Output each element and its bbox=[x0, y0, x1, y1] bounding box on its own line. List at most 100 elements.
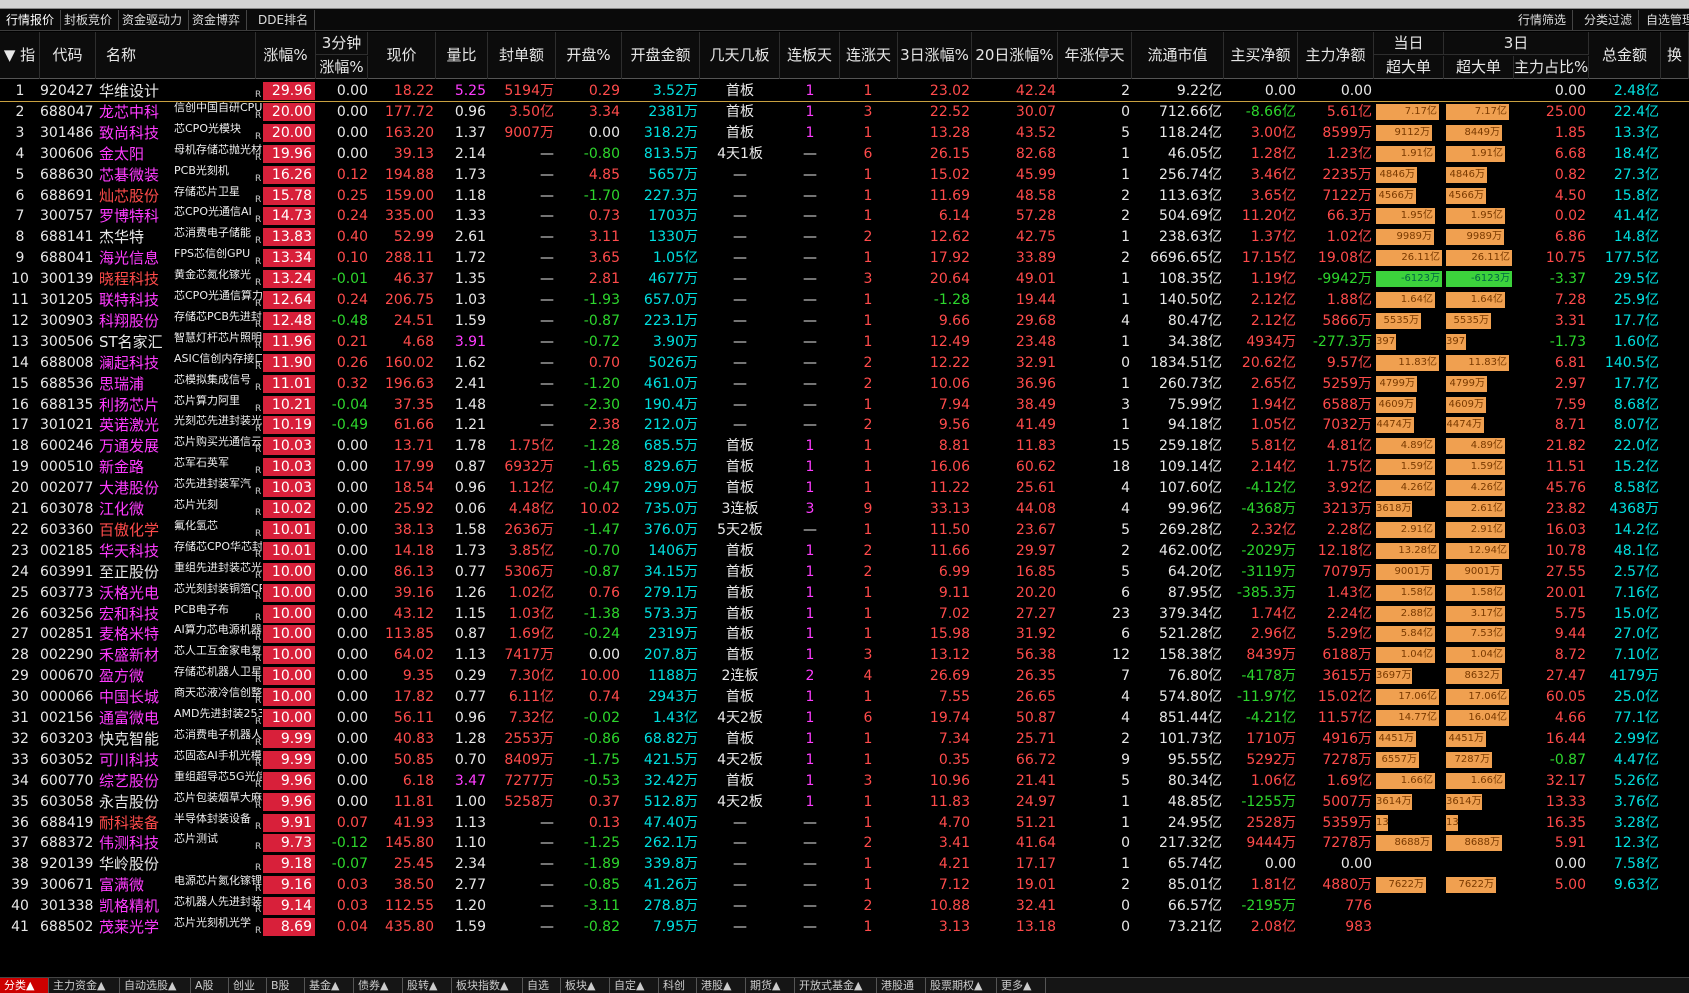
stock-name[interactable]: 致尚科技 bbox=[99, 122, 179, 144]
header-today-top[interactable]: 当日 bbox=[1374, 32, 1444, 55]
table-row[interactable]: 27 002851 0.00 113.85 0.87 1.69亿 -0.24 2319万 首板 1… bbox=[0, 623, 1689, 645]
table-row[interactable]: 6 688691 0.25 159.00 1.18 — -1.70 227.3万 — — 1 11.6… bbox=[0, 185, 1689, 207]
header-rise-days[interactable]: 连涨天 bbox=[840, 32, 898, 79]
table-row[interactable]: 7 300757 0.24 335.00 1.33 — 0.73 1703万 — — 1 6.14 57… bbox=[0, 205, 1689, 227]
table-row[interactable]: 20 002077 0.00 18.54 0.96 1.12亿 -0.47 299.0万 首板 1… bbox=[0, 477, 1689, 499]
stock-name[interactable]: 思瑞浦 bbox=[99, 373, 179, 395]
stock-name[interactable]: 百傲化学 bbox=[99, 519, 179, 541]
table-row[interactable]: 10 300139 -0.01 46.37 1.35 — 2.81 4677万 — — 3 20.64… bbox=[0, 268, 1689, 290]
top-tab[interactable]: 封板竞价 bbox=[58, 10, 120, 30]
table-row[interactable]: 22 603360 0.00 38.13 1.58 2636万 -1.47 376.0万 5天2… bbox=[0, 519, 1689, 541]
bottom-tab[interactable]: A股 bbox=[191, 978, 229, 993]
header-today-bottom[interactable]: 超大单 bbox=[1374, 56, 1444, 79]
bottom-tab[interactable]: 自动选股▲ bbox=[120, 978, 191, 993]
bottom-tab[interactable]: 板块指数▲ bbox=[452, 978, 523, 993]
bottom-tab[interactable]: 开放式基金▲ bbox=[795, 978, 877, 993]
stock-name[interactable]: 至正股份 bbox=[99, 561, 179, 583]
table-row[interactable]: 33 603052 0.00 50.85 0.70 8409万 -1.75 421.5万 4天2… bbox=[0, 749, 1689, 771]
header-main-ratio[interactable]: 主力占比% bbox=[1514, 56, 1589, 79]
table-row[interactable]: 19 000510 0.00 17.99 0.87 6932万 -1.65 829.6万 首板 1… bbox=[0, 456, 1689, 478]
bottom-tab[interactable]: 板块▲ bbox=[561, 978, 610, 993]
stock-name[interactable]: 耐科装备 bbox=[99, 812, 179, 834]
table-row[interactable]: 39 300671 0.03 38.50 2.77 — -0.85 41.26万 — — 1 7.12… bbox=[0, 874, 1689, 896]
stock-name[interactable]: 科翔股份 bbox=[99, 310, 179, 332]
table-row[interactable]: 24 603991 0.00 86.13 0.77 5306万 -0.87 34.15万 首板 1… bbox=[0, 561, 1689, 583]
stock-name[interactable]: 茂莱光学 bbox=[99, 916, 179, 938]
stock-name[interactable]: 海光信息 bbox=[99, 247, 179, 269]
table-row[interactable]: 14 688008 0.26 160.02 1.62 — 0.70 5026万 — — 2 12.22… bbox=[0, 352, 1689, 374]
table-row[interactable]: 34 600770 0.00 6.18 3.47 7277万 -0.53 32.42万 首板 1 3… bbox=[0, 770, 1689, 792]
bottom-tab[interactable]: 股票期权▲ bbox=[926, 978, 997, 993]
table-row[interactable]: 38 920139 -0.07 25.45 2.34 — -1.89 339.8万 — — 1 4.2… bbox=[0, 853, 1689, 875]
bottom-tab[interactable]: 更多▲ bbox=[997, 978, 1046, 993]
table-row[interactable]: 16 688135 -0.04 37.35 1.48 — -2.30 190.4万 — — 1 7.9… bbox=[0, 394, 1689, 416]
table-row[interactable]: 17 301021 -0.49 61.66 1.21 — 2.38 212.0万 — — 2 9.56… bbox=[0, 414, 1689, 436]
bottom-tab[interactable]: 自定▲ bbox=[610, 978, 659, 993]
bottom-tab[interactable]: 港股通 bbox=[877, 978, 926, 993]
header-3min-bottom[interactable]: 涨幅% bbox=[316, 56, 368, 79]
bottom-tab[interactable]: 自选 bbox=[523, 978, 561, 993]
bottom-tab[interactable]: 分类▲ bbox=[0, 978, 49, 993]
table-row[interactable]: 12 300903 -0.48 24.51 1.59 — -0.87 223.1万 — — 1 9.6… bbox=[0, 310, 1689, 332]
stock-name[interactable]: ST名家汇 bbox=[99, 331, 179, 353]
top-tab[interactable]: 资金驱动力 bbox=[116, 10, 190, 30]
header-3day-pct[interactable]: 3日涨幅% bbox=[898, 32, 972, 79]
right-tab[interactable]: 分类过滤 bbox=[1578, 10, 1640, 30]
stock-name[interactable]: 芯碁微装 bbox=[99, 164, 179, 186]
header-board-days[interactable]: 连板天 bbox=[780, 32, 840, 79]
stock-name[interactable]: 英诺激光 bbox=[99, 414, 179, 436]
top-tab[interactable]: 行情报价 bbox=[0, 10, 62, 30]
table-row[interactable]: 18 600246 0.00 13.71 1.78 1.75亿 -1.28 685.5万 首板 1… bbox=[0, 435, 1689, 457]
header-seal[interactable]: 封单额 bbox=[488, 32, 556, 79]
header-3day-top[interactable]: 3日 bbox=[1444, 32, 1589, 55]
bottom-tab[interactable]: 主力资金▲ bbox=[49, 978, 120, 993]
header-pct[interactable]: 涨幅% bbox=[256, 32, 316, 79]
header-3day-bottom[interactable]: 超大单 bbox=[1444, 56, 1514, 79]
stock-name[interactable]: 华岭股份 bbox=[99, 853, 179, 875]
header-price[interactable]: 现价 bbox=[368, 32, 436, 79]
bottom-tab[interactable]: 期货▲ bbox=[746, 978, 795, 993]
table-row[interactable]: 32 603203 0.00 40.83 1.28 2553万 -0.86 68.82万 首板 1… bbox=[0, 728, 1689, 750]
table-row[interactable]: 8 688141 0.40 52.99 2.61 — 3.11 1330万 — — 2 12.62 42… bbox=[0, 226, 1689, 248]
stock-name[interactable]: 大港股份 bbox=[99, 477, 179, 499]
table-row[interactable]: 30 000066 0.00 17.82 0.77 6.11亿 0.74 2943万 首板 1 1 7… bbox=[0, 686, 1689, 708]
bottom-tab[interactable]: 科创 bbox=[659, 978, 697, 993]
bottom-tab[interactable]: 股转▲ bbox=[403, 978, 452, 993]
stock-name[interactable]: 澜起科技 bbox=[99, 352, 179, 374]
header-days-boards[interactable]: 几天几板 bbox=[700, 32, 780, 79]
top-tab[interactable]: 资金博弈 bbox=[186, 10, 248, 30]
header-total-amount[interactable]: 总金额 bbox=[1589, 32, 1661, 79]
stock-name[interactable]: 伟测科技 bbox=[99, 832, 179, 854]
header-volratio[interactable]: 量比 bbox=[436, 32, 488, 79]
table-row[interactable]: 1 920427 0.00 18.22 5.25 5194万 0.29 3.52万 首板 1 1 23… bbox=[0, 80, 1689, 102]
table-row[interactable]: 31 002156 0.00 56.11 0.96 7.32亿 -0.02 1.43亿 4天2板… bbox=[0, 707, 1689, 729]
stock-name[interactable]: 富满微 bbox=[99, 874, 179, 896]
table-row[interactable]: 21 603078 0.00 25.92 0.06 4.48亿 10.02 735.0万 3连板… bbox=[0, 498, 1689, 520]
table-row[interactable]: 9 688041 0.10 288.11 1.72 — 3.65 1.05亿 — — 1 17.92 3… bbox=[0, 247, 1689, 269]
stock-name[interactable]: 沃格光电 bbox=[99, 582, 179, 604]
table-row[interactable]: 37 688372 -0.12 145.80 1.10 — -1.25 262.1万 — — 2 3.… bbox=[0, 832, 1689, 854]
stock-name[interactable]: 综艺股份 bbox=[99, 770, 179, 792]
stock-name[interactable]: 龙芯中科 bbox=[99, 101, 179, 123]
table-row[interactable]: 25 603773 0.00 39.16 1.26 1.02亿 0.76 279.1万 首板 1 1… bbox=[0, 582, 1689, 604]
table-row[interactable]: 23 002185 0.00 14.18 1.73 3.85亿 -0.70 1406万 首板 1 2… bbox=[0, 540, 1689, 562]
table-row[interactable]: 5 688630 0.12 194.88 1.73 — 4.85 5657万 — — 1 15.02 4… bbox=[0, 164, 1689, 186]
header-code[interactable]: 代码 bbox=[40, 32, 96, 79]
table-row[interactable]: 26 603256 0.00 43.12 1.15 1.03亿 -1.38 573.3万 首板 1… bbox=[0, 603, 1689, 625]
header-name[interactable]: 名称 bbox=[96, 32, 256, 79]
bottom-tab[interactable]: 港股▲ bbox=[697, 978, 746, 993]
header-main-buy[interactable]: 主买净额 bbox=[1224, 32, 1298, 79]
bottom-tab[interactable]: B股 bbox=[267, 978, 305, 993]
table-row[interactable]: 41 688502 0.04 435.80 1.59 — -0.82 7.95万 — — 1 3.13… bbox=[0, 916, 1689, 938]
stock-name[interactable]: 新金路 bbox=[99, 456, 179, 478]
table-row[interactable]: 13 300506 0.21 4.68 3.91 — -0.72 3.90万 — — 1 12.49 2… bbox=[0, 331, 1689, 353]
table-row[interactable]: 4 300606 0.00 39.13 2.14 — -0.80 813.5万 4天1板 — 6 26… bbox=[0, 143, 1689, 165]
header-3min-top[interactable]: 3分钟 bbox=[316, 32, 368, 55]
stock-name[interactable]: 金太阳 bbox=[99, 143, 179, 165]
table-row[interactable]: 29 000670 0.00 9.35 0.29 7.30亿 10.00 1188万 2连板 2 4… bbox=[0, 665, 1689, 687]
stock-name[interactable]: 晓程科技 bbox=[99, 268, 179, 290]
header-year-limit-days[interactable]: 年涨停天 bbox=[1058, 32, 1132, 79]
right-tab[interactable]: 自选管理 bbox=[1640, 10, 1689, 30]
stock-name[interactable]: 华天科技 bbox=[99, 540, 179, 562]
header-sort[interactable]: ▼ 指 bbox=[0, 32, 40, 79]
